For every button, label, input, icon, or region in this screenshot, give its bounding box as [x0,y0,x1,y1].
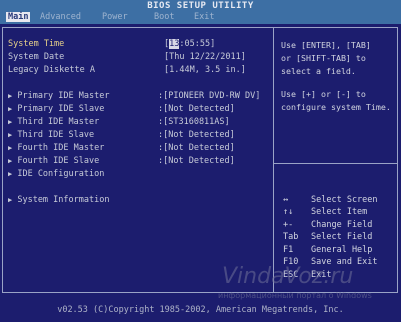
up-down-arrow-icon: ↑↓ [283,207,294,217]
primary-ide-slave-row[interactable]: ▶ Primary IDE Slave [8,104,104,114]
submenu-arrow-icon: ▶ [8,144,13,152]
legacy-diskette-value[interactable]: [1.44M, 3.5 in.] [164,65,246,75]
bios-title: BIOS SETUP UTILITY [147,1,254,11]
top-bar: BIOS SETUP UTILITY Main Advanced Power B… [0,0,401,24]
fourth-ide-slave-row[interactable]: ▶ Fourth IDE Slave [8,156,99,166]
system-time-row[interactable]: System Time [8,39,64,49]
submenu-arrow-icon: ▶ [8,157,13,165]
primary-ide-slave-value: :[Not Detected] [158,104,235,114]
time-field-cursor[interactable]: 13 [169,39,180,49]
watermark-subtitle: информационный портал о Windows [218,291,372,300]
help-line-1: Use [ENTER], [TAB] [281,40,371,50]
system-information-row[interactable]: ▶ System Information [8,195,109,205]
tab-exit[interactable]: Exit [194,12,214,22]
help-separator [274,163,398,164]
fourth-ide-master-value: :[Not Detected] [158,143,235,153]
help-line-3: select a field. [281,66,356,76]
submenu-arrow-icon: ▶ [8,170,13,178]
key-desc: Select Screen [311,195,378,205]
left-right-arrow-icon: ↔ [283,195,289,205]
help-line-2: or [SHIFT-TAB] to [281,53,366,63]
plus-minus-key: +- [283,220,294,230]
system-time-label: System Time [8,39,65,49]
tab-boot[interactable]: Boot [154,12,174,22]
watermark-logo: VindaVoz.ru [222,264,354,289]
key-desc: Change Field [311,220,373,230]
tab-power[interactable]: Power [102,12,128,22]
help-line-5: configure system Time. [281,102,391,112]
third-ide-master-row[interactable]: ▶ Third IDE Master [8,117,99,127]
system-time-value[interactable]: [13:05:55] [164,39,215,49]
primary-ide-master-value: :[PIONEER DVD-RW DV] [158,91,261,101]
system-date-row[interactable]: System Date [8,52,64,62]
copyright-footer: v02.53 (C)Copyright 1985-2002, American … [57,305,344,315]
panel-divider [273,27,274,293]
submenu-arrow-icon: ▶ [8,92,13,100]
submenu-arrow-icon: ▶ [8,118,13,126]
third-ide-slave-value: :[Not Detected] [158,130,235,140]
key-desc: Select Item [311,207,368,217]
fourth-ide-master-row[interactable]: ▶ Fourth IDE Master [8,143,104,153]
ide-configuration-row[interactable]: ▶ IDE Configuration [8,169,104,179]
submenu-arrow-icon: ▶ [8,196,13,204]
f1-key: F1 [283,245,294,255]
submenu-arrow-icon: ▶ [8,105,13,113]
tab-key: Tab [283,232,299,242]
tab-main[interactable]: Main [6,12,31,22]
system-date-label: System Date [8,52,65,62]
third-ide-master-value: :[ST3160811AS] [158,117,230,127]
system-date-value[interactable]: [Thu 12/22/2011] [164,52,246,62]
help-line-4: Use [+] or [-] to [281,89,366,99]
key-desc: Select Field [311,232,373,242]
legacy-diskette-row[interactable]: Legacy Diskette A [8,65,95,75]
third-ide-slave-row[interactable]: ▶ Third IDE Slave [8,130,94,140]
primary-ide-master-row[interactable]: ▶ Primary IDE Master [8,91,109,101]
submenu-arrow-icon: ▶ [8,131,13,139]
fourth-ide-slave-value: :[Not Detected] [158,156,235,166]
key-desc: General Help [311,245,373,255]
tab-advanced[interactable]: Advanced [40,12,81,22]
legacy-diskette-label: Legacy Diskette A [8,65,95,75]
